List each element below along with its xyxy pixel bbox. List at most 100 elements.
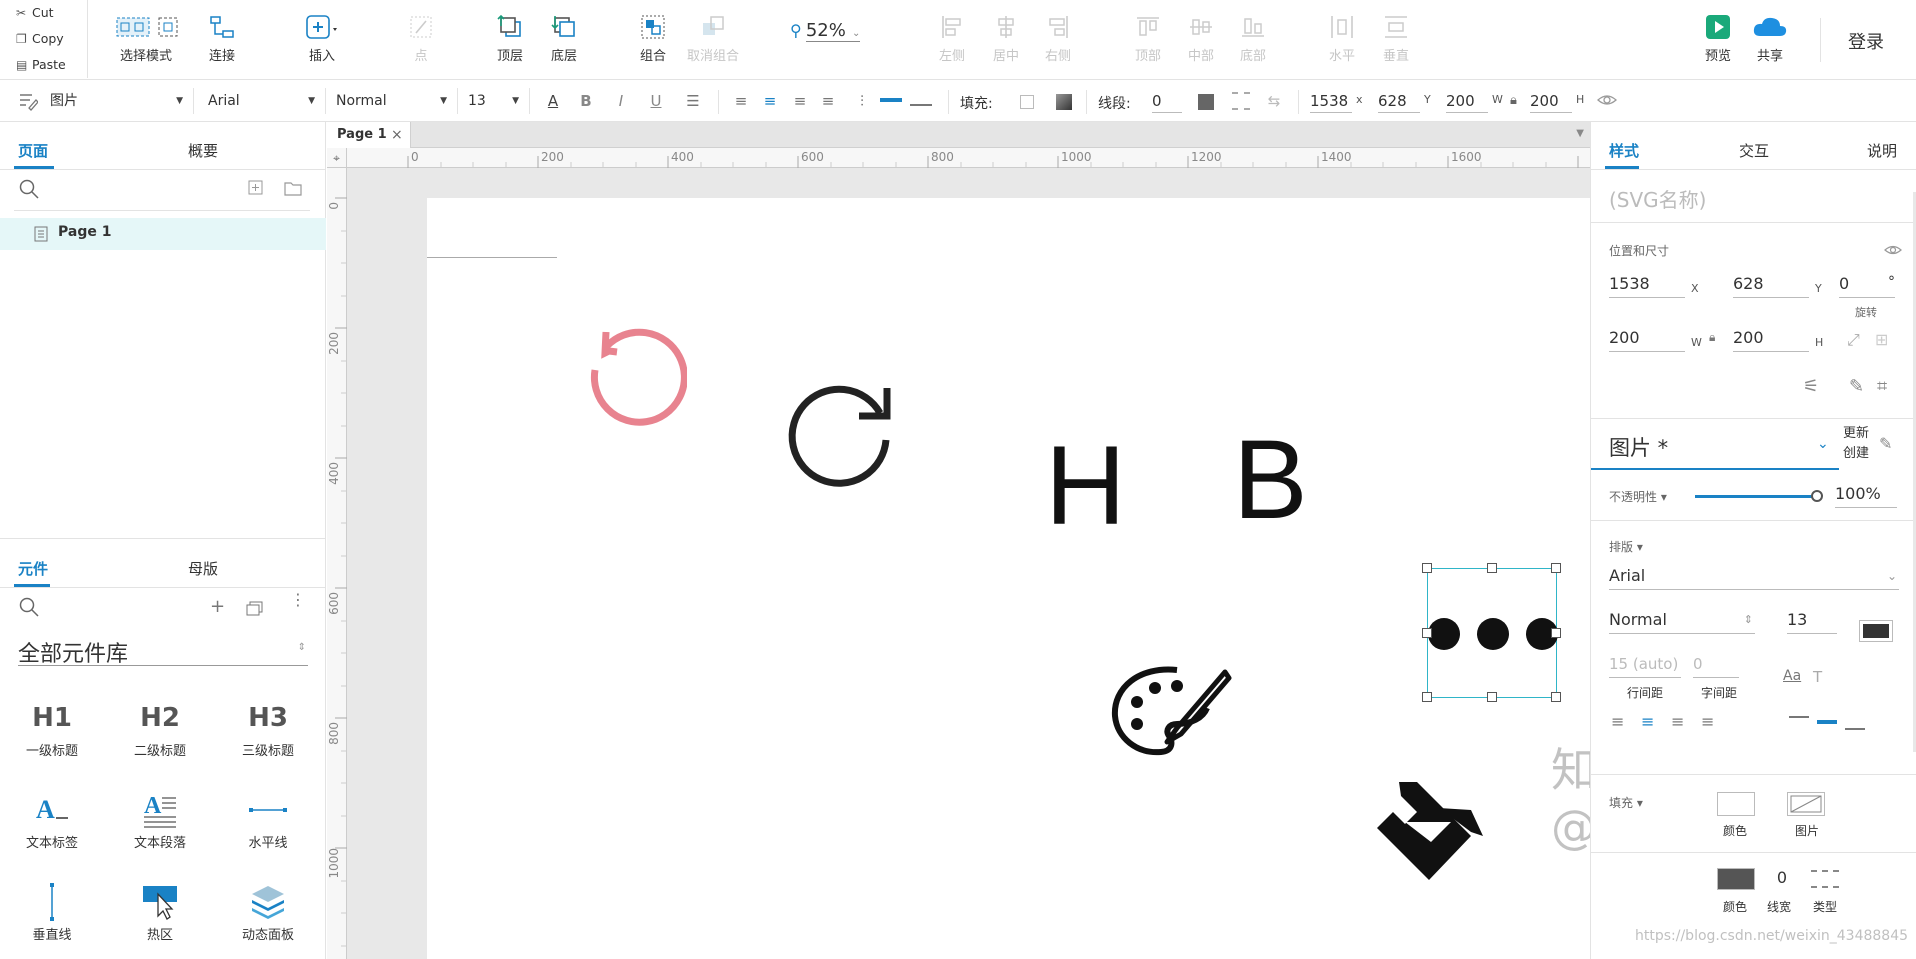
send-to-back-button[interactable]: 底层 (546, 10, 582, 64)
widget-vertical-line[interactable]: 垂直线 (2, 880, 102, 943)
widget-text-paragraph[interactable]: A 文本段落 (110, 788, 210, 851)
justify-text-icon[interactable]: ≡ (1701, 712, 1714, 731)
align-text-right-icon[interactable]: ≡ (789, 90, 811, 112)
paste-button[interactable]: ▤ Paste (0, 52, 87, 78)
resize-handle[interactable] (1551, 628, 1561, 638)
shadow-swatch[interactable] (1056, 94, 1072, 110)
bring-to-front-button[interactable]: 顶层 (492, 10, 528, 64)
tab-notes[interactable]: 说明 (1867, 140, 1897, 161)
widget-horizontal-line[interactable]: 水平线 (218, 788, 318, 851)
resize-handle[interactable] (1551, 563, 1561, 573)
resize-handle[interactable] (1422, 628, 1432, 638)
update-create-buttons[interactable]: 更新 创建 (1843, 424, 1869, 464)
text-color-icon[interactable]: A (542, 90, 564, 112)
stroke-width-input[interactable]: 0 (1152, 89, 1182, 113)
crop-icon[interactable]: ⌗ (1877, 376, 1887, 397)
eye-icon[interactable] (1883, 242, 1903, 262)
font-family-select[interactable]: Arial ⌄ (1609, 562, 1899, 590)
style-name-select[interactable]: 图片 * ⌄ (1591, 422, 1839, 470)
font-weight-select[interactable]: Normal ⇕ (1609, 606, 1755, 634)
stroke-color-swatch[interactable] (1198, 94, 1214, 110)
point-button[interactable]: 点 (404, 10, 438, 64)
share-button[interactable]: 共享 (1750, 10, 1790, 64)
lock-icon[interactable]: 🔒︎ (1709, 330, 1715, 345)
ungroup-button[interactable]: 取消组合 (684, 10, 742, 64)
distribute-horizontal-button[interactable]: 水平 (1324, 10, 1360, 64)
valign-middle-icon[interactable] (880, 98, 902, 102)
align-text-left-icon[interactable]: ≡ (1611, 712, 1624, 731)
x-input[interactable]: 1538 (1310, 89, 1352, 113)
underline-icon[interactable]: U (645, 90, 667, 112)
fill-color-swatch[interactable] (1717, 792, 1755, 816)
style-edit-icon[interactable]: ✎ (1879, 434, 1892, 453)
width-input[interactable]: 200 (1609, 324, 1685, 352)
valign-middle-icon[interactable] (1817, 720, 1837, 724)
widget-dynamic-panel[interactable]: 动态面板 (218, 880, 318, 943)
cut-button[interactable]: ✂ Cut (0, 0, 87, 26)
align-middle-button[interactable]: 中部 (1183, 10, 1219, 64)
align-top-button[interactable]: 顶部 (1130, 10, 1166, 64)
align-right-button[interactable]: 右侧 (1040, 10, 1076, 64)
opacity-slider-thumb[interactable] (1811, 490, 1823, 502)
page-search-icon[interactable] (18, 178, 40, 204)
valign-top-icon[interactable] (1789, 716, 1809, 718)
page-canvas[interactable]: H B (427, 198, 1590, 959)
refresh-icon[interactable] (787, 368, 907, 488)
align-text-left-icon[interactable]: ≡ (730, 90, 752, 112)
style-select[interactable]: 图片 ▼ (42, 88, 194, 114)
letter-h-icon[interactable]: H (1045, 430, 1126, 542)
y-input[interactable]: 628 (1733, 270, 1809, 298)
undo-icon[interactable] (577, 318, 687, 428)
fill-image-swatch[interactable] (1787, 792, 1825, 816)
font-size-select[interactable]: 13 ▼ (460, 88, 530, 114)
stroke-pattern-icon[interactable] (1232, 92, 1250, 110)
palette-icon[interactable] (1107, 658, 1237, 768)
tab-pages[interactable]: 页面 (18, 140, 48, 161)
more-options-icon[interactable]: ⋮ (290, 592, 306, 608)
align-center-button[interactable]: 居中 (988, 10, 1024, 64)
edit-pen-icon[interactable]: ✎ (1849, 376, 1864, 397)
stroke-width-input[interactable]: 0 (1767, 866, 1797, 890)
copy-button[interactable]: ❐ Copy (0, 26, 87, 52)
align-bottom-button[interactable]: 底部 (1235, 10, 1271, 64)
x-input[interactable]: 1538 (1609, 270, 1685, 298)
add-page-icon[interactable] (248, 180, 264, 200)
canvas-area[interactable]: Page 1 × ▼ ⌖ 0 200 400 600 800 1000 1200… (327, 122, 1590, 959)
login-link[interactable]: 登录 (1848, 28, 1884, 54)
arrow-style-icon[interactable]: ⇆ (1262, 90, 1286, 112)
select-mode-button[interactable]: 选择模式 (108, 10, 184, 64)
insert-button[interactable]: 插入 (300, 10, 344, 64)
ruler-crosshair-icon[interactable]: ⌖ (327, 148, 347, 168)
fill-color-swatch[interactable] (1020, 95, 1034, 109)
valign-bottom-icon[interactable] (910, 104, 932, 106)
opacity-input[interactable]: 100% (1835, 480, 1897, 508)
add-library-icon[interactable]: + (210, 596, 225, 617)
align-text-center-icon[interactable]: ≡ (759, 90, 781, 112)
justify-text-icon[interactable]: ≡ (817, 90, 839, 112)
widget-h3[interactable]: H3 三级标题 (218, 696, 318, 759)
tab-menu-chevron-icon[interactable]: ▼ (1576, 128, 1584, 139)
distribute-vertical-button[interactable]: 垂直 (1378, 10, 1414, 64)
close-icon[interactable]: × (391, 122, 403, 148)
stroke-type-icon[interactable] (1811, 870, 1839, 888)
page-item[interactable]: Page 1 (0, 218, 326, 250)
widget-search-icon[interactable] (18, 596, 40, 622)
library-select[interactable]: 全部元件库 ⇕ (18, 636, 308, 667)
preview-button[interactable]: 预览 (1700, 10, 1736, 64)
tab-masters[interactable]: 母版 (188, 558, 218, 579)
library-copy-icon[interactable] (246, 600, 264, 620)
paint-bucket-icon[interactable] (1371, 776, 1501, 891)
adjust-icon[interactable]: ⚟ (1803, 376, 1819, 397)
tab-widgets[interactable]: 元件 (18, 558, 48, 579)
line-height-input[interactable]: 15 (auto) (1609, 650, 1681, 678)
valign-top-icon[interactable]: ⫶ (850, 90, 874, 112)
letter-spacing-input[interactable]: 0 (1693, 650, 1739, 678)
resize-handle[interactable] (1487, 692, 1497, 702)
zoom-select[interactable]: ⚲ 52% ⌄ (790, 20, 882, 42)
connect-button[interactable]: 连接 (202, 10, 242, 64)
y-input[interactable]: 628 (1378, 89, 1420, 113)
bold-icon[interactable]: B (575, 90, 597, 112)
font-size-input[interactable]: 13 (1787, 606, 1837, 634)
tab-style[interactable]: 样式 (1609, 140, 1639, 161)
text-case-icon[interactable]: Aa (1783, 668, 1801, 684)
